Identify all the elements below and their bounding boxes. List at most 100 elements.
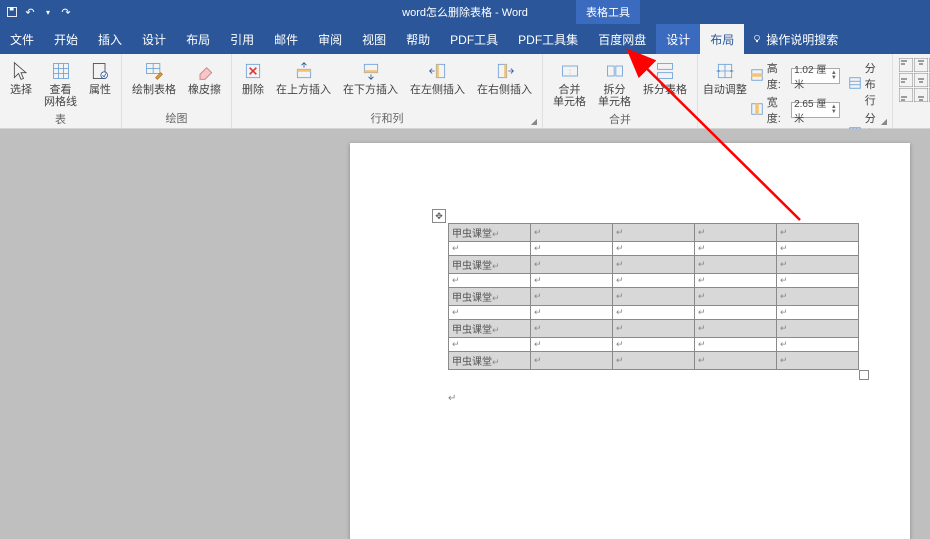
document-page[interactable]: ✥ 甲虫课堂↵↵↵↵↵↵↵↵↵↵甲虫课堂↵↵↵↵↵↵↵↵↵↵甲虫课堂↵↵↵↵↵↵… [350, 143, 910, 539]
table-cell[interactable]: ↵ [613, 352, 695, 370]
tab-review[interactable]: 审阅 [308, 24, 352, 54]
cellsize-launcher-icon[interactable]: ◢ [881, 117, 889, 126]
tab-mailings[interactable]: 邮件 [264, 24, 308, 54]
table-cell[interactable]: ↵ [449, 306, 531, 320]
table-cell[interactable]: ↵ [695, 320, 777, 338]
undo-icon[interactable]: ↶ [24, 6, 36, 18]
tab-view[interactable]: 视图 [352, 24, 396, 54]
tab-references[interactable]: 引用 [220, 24, 264, 54]
table-cell[interactable]: ↵ [777, 306, 859, 320]
table-cell[interactable]: ↵ [449, 338, 531, 352]
table-cell[interactable]: 甲虫课堂↵ [449, 288, 531, 306]
table-row[interactable]: 甲虫课堂↵↵↵↵↵ [449, 256, 859, 274]
table-cell[interactable]: ↵ [449, 274, 531, 288]
save-icon[interactable] [6, 6, 18, 18]
table-cell[interactable]: ↵ [695, 242, 777, 256]
redo-icon[interactable]: ↷ [60, 6, 72, 18]
table-cell[interactable]: 甲虫课堂↵ [449, 256, 531, 274]
autofit-button[interactable]: 自动调整 [704, 58, 746, 98]
distribute-rows-button[interactable]: 分布行 [848, 60, 886, 108]
align-bc-icon[interactable] [914, 88, 928, 102]
table-row[interactable]: 甲虫课堂↵↵↵↵↵ [449, 224, 859, 242]
tab-table-design[interactable]: 设计 [656, 24, 700, 54]
merge-cells-button[interactable]: 合并 单元格 [549, 58, 590, 110]
table-cell[interactable]: ↵ [695, 224, 777, 242]
table-cell[interactable]: 甲虫课堂↵ [449, 320, 531, 338]
table-cell[interactable]: ↵ [613, 256, 695, 274]
table-cell[interactable]: ↵ [695, 338, 777, 352]
delete-button[interactable]: 删除 [238, 58, 268, 98]
table-row[interactable]: ↵↵↵↵↵ [449, 242, 859, 256]
align-bl-icon[interactable] [899, 88, 913, 102]
table-cell[interactable]: ↵ [777, 224, 859, 242]
table-cell[interactable]: ↵ [613, 224, 695, 242]
document-workspace[interactable]: ✥ 甲虫课堂↵↵↵↵↵↵↵↵↵↵甲虫课堂↵↵↵↵↵↵↵↵↵↵甲虫课堂↵↵↵↵↵↵… [0, 129, 930, 539]
table-cell[interactable]: ↵ [531, 306, 613, 320]
rows-cols-launcher-icon[interactable]: ◢ [531, 117, 539, 126]
table-cell[interactable]: ↵ [695, 256, 777, 274]
spinner-icon[interactable]: ▲▼ [831, 105, 837, 115]
word-table[interactable]: ✥ 甲虫课堂↵↵↵↵↵↵↵↵↵↵甲虫课堂↵↵↵↵↵↵↵↵↵↵甲虫课堂↵↵↵↵↵↵… [448, 223, 859, 370]
table-cell[interactable]: ↵ [531, 288, 613, 306]
eraser-button[interactable]: 橡皮擦 [184, 58, 225, 98]
table-row[interactable]: ↵↵↵↵↵ [449, 338, 859, 352]
table-move-handle-icon[interactable]: ✥ [432, 209, 446, 223]
table-cell[interactable]: ↵ [531, 274, 613, 288]
align-ml-icon[interactable] [899, 73, 913, 87]
table-row[interactable]: ↵↵↵↵↵ [449, 306, 859, 320]
tab-insert[interactable]: 插入 [88, 24, 132, 54]
table-cell[interactable]: ↵ [613, 288, 695, 306]
tab-home[interactable]: 开始 [44, 24, 88, 54]
table-resize-handle-icon[interactable] [859, 370, 869, 380]
table-cell[interactable]: ↵ [531, 338, 613, 352]
table-cell[interactable]: ↵ [531, 256, 613, 274]
spinner-icon[interactable]: ▲▼ [831, 71, 837, 81]
table-cell[interactable]: ↵ [531, 352, 613, 370]
table-cell[interactable]: ↵ [777, 320, 859, 338]
table-cell[interactable]: ↵ [695, 352, 777, 370]
table-cell[interactable]: ↵ [695, 274, 777, 288]
width-input[interactable]: 2.65 厘米 ▲▼ [791, 102, 840, 118]
split-cells-button[interactable]: 拆分 单元格 [594, 58, 635, 110]
tab-layout[interactable]: 布局 [176, 24, 220, 54]
table-cell[interactable]: ↵ [531, 242, 613, 256]
view-gridlines-button[interactable]: 查看 网格线 [40, 58, 81, 110]
table-cell[interactable]: ↵ [531, 224, 613, 242]
table-row[interactable]: ↵↵↵↵↵ [449, 274, 859, 288]
tab-design[interactable]: 设计 [132, 24, 176, 54]
tell-me-search[interactable]: 操作说明搜索 [744, 24, 846, 54]
table-cell[interactable]: 甲虫课堂↵ [449, 224, 531, 242]
table-cell[interactable]: ↵ [613, 274, 695, 288]
table-cell[interactable]: ↵ [613, 242, 695, 256]
table-row[interactable]: 甲虫课堂↵↵↵↵↵ [449, 320, 859, 338]
tab-file[interactable]: 文件 [0, 24, 44, 54]
table-cell[interactable]: ↵ [777, 274, 859, 288]
table-cell[interactable]: ↵ [777, 338, 859, 352]
insert-right-button[interactable]: 在右侧插入 [473, 58, 536, 98]
tab-baidu[interactable]: 百度网盘 [588, 24, 656, 54]
table-cell[interactable]: ↵ [695, 306, 777, 320]
height-input[interactable]: 1.02 厘米 ▲▼ [791, 68, 840, 84]
tab-table-layout[interactable]: 布局 [700, 24, 744, 54]
align-tc-icon[interactable] [914, 58, 928, 72]
select-button[interactable]: 选择 [6, 58, 36, 98]
table-cell[interactable]: ↵ [613, 306, 695, 320]
qat-dropdown-icon[interactable]: ▾ [42, 6, 54, 18]
table-row[interactable]: 甲虫课堂↵↵↵↵↵ [449, 288, 859, 306]
table-cell[interactable]: ↵ [777, 242, 859, 256]
align-tl-icon[interactable] [899, 58, 913, 72]
table-cell[interactable]: 甲虫课堂↵ [449, 352, 531, 370]
insert-above-button[interactable]: 在上方插入 [272, 58, 335, 98]
alignment-grid[interactable] [899, 58, 930, 102]
table-cell[interactable]: ↵ [777, 288, 859, 306]
table-body[interactable]: 甲虫课堂↵↵↵↵↵↵↵↵↵↵甲虫课堂↵↵↵↵↵↵↵↵↵↵甲虫课堂↵↵↵↵↵↵↵↵… [448, 223, 859, 370]
tab-pdf-toolset[interactable]: PDF工具集 [508, 24, 588, 54]
draw-table-button[interactable]: 绘制表格 [128, 58, 180, 98]
tab-pdf-tool[interactable]: PDF工具 [440, 24, 508, 54]
split-table-button[interactable]: 拆分表格 [639, 58, 691, 98]
insert-below-button[interactable]: 在下方插入 [339, 58, 402, 98]
table-cell[interactable]: ↵ [449, 242, 531, 256]
table-cell[interactable]: ↵ [695, 288, 777, 306]
tab-help[interactable]: 帮助 [396, 24, 440, 54]
table-row[interactable]: 甲虫课堂↵↵↵↵↵ [449, 352, 859, 370]
